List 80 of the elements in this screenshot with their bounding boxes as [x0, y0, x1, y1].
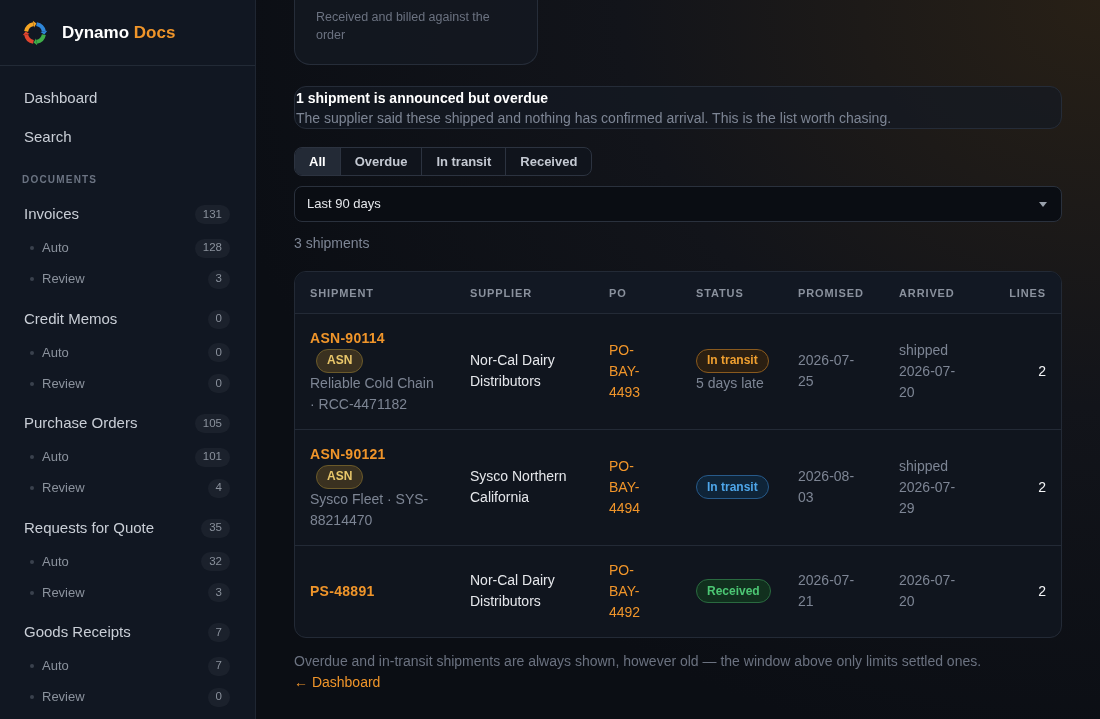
count-badge: 7	[207, 656, 230, 676]
nav-link[interactable]: Search	[24, 117, 72, 157]
count-badge: 0	[207, 687, 230, 707]
sidebar-subitem[interactable]: Review 0	[24, 681, 230, 713]
count-badge: 3	[207, 269, 230, 289]
column-header: PO	[609, 287, 627, 300]
sidebar-subitem[interactable]: Review 0	[24, 368, 230, 399]
filter-tab[interactable]: Overdue	[339, 148, 422, 175]
sidebar-item[interactable]: Goods Receipts 7	[24, 614, 230, 651]
column-header: LINES	[1009, 287, 1046, 300]
sidebar-subitem[interactable]: Review 4	[24, 472, 230, 504]
sidebar-item[interactable]: Purchase Orders 105	[24, 405, 230, 442]
type-tag: ASN	[316, 464, 364, 489]
count-badge: 0	[207, 309, 230, 329]
count-badge: 7	[207, 623, 230, 642]
table-cell-text: shipped 2026-07-29	[899, 456, 957, 518]
sidebar-item[interactable]: Credit Memos 0	[24, 301, 230, 337]
table-cell-text: shipped 2026-07-20	[899, 340, 957, 402]
count-badge: 3	[207, 583, 230, 602]
card-description: Received and billed against the order	[316, 9, 491, 44]
sidebar-item[interactable]: Invoices 131	[24, 196, 230, 233]
status-note: 5 days late	[696, 373, 764, 393]
po-link[interactable]: PO-BAY-4494	[609, 455, 661, 519]
count-badge: 105	[194, 414, 230, 433]
table-cell-text: 2026-07-25	[798, 351, 856, 391]
carrier-text: Sysco Fleet · SYS-88214470	[310, 489, 430, 530]
sidebar-subitem[interactable]: Auto 32	[24, 546, 230, 577]
table-cell-text: Nor-Cal Dairy Distributors	[470, 351, 556, 391]
po-link[interactable]: PO-BAY-4493	[609, 339, 661, 403]
count-badge: 101	[194, 447, 230, 467]
status-badge: In transit	[696, 348, 769, 373]
type-tag: ASN	[316, 348, 364, 373]
circular-arrows-icon	[22, 19, 48, 46]
filter-tab[interactable]: In transit	[421, 148, 506, 175]
count-badge: 4	[207, 478, 230, 498]
status-badge: In transit	[696, 475, 769, 499]
sidebar-subitem[interactable]: Auto 128	[24, 232, 230, 264]
alert-title: 1 shipment is announced but overdue	[296, 89, 549, 108]
table-cell-text: 2	[1038, 361, 1046, 381]
count-badge: 128	[194, 238, 230, 258]
table-cell-text: Sysco Northern California	[470, 467, 568, 507]
nav-link[interactable]: Dashboard	[24, 78, 98, 118]
sidebar-subitem[interactable]: Review 3	[24, 577, 230, 608]
sidebar-subitem[interactable]: Auto 101	[24, 441, 230, 473]
shipment-link[interactable]: ASN-90114	[310, 327, 385, 349]
sidebar-subitem[interactable]: Auto 0	[24, 337, 230, 368]
carrier-text: Reliable Cold Chain · RCC-4471182	[310, 373, 435, 414]
app-title: Dynamo Docs	[62, 21, 176, 44]
count-badge: 32	[201, 552, 230, 571]
table-cell-text: Nor-Cal Dairy Distributors	[470, 571, 556, 611]
status-badge: Received	[696, 579, 771, 603]
section-label: DOCUMENTS	[22, 172, 98, 187]
po-link[interactable]: PO-BAY-4492	[609, 559, 661, 623]
count-badge: 0	[207, 374, 230, 393]
alert-text: The supplier said these shipped and nothing has confirmed arrival. This is the list worth chasing.	[296, 109, 892, 128]
count-badge: 35	[201, 518, 230, 538]
filter-tab[interactable]: Received	[505, 148, 592, 175]
table-cell-text: 2	[1038, 477, 1046, 497]
table-cell-text: 2026-07-21	[798, 571, 856, 611]
sidebar-subitem[interactable]: Auto 7	[24, 650, 230, 682]
table-cell-text: 2026-07-20	[899, 571, 957, 611]
table-cell-text: 2	[1038, 581, 1046, 601]
table-cell-text: 2026-08-03	[798, 467, 856, 507]
column-header: ARRIVED	[899, 287, 955, 300]
count-badge: 131	[194, 205, 230, 224]
column-header: STATUS	[696, 287, 744, 300]
column-header: SHIPMENT	[310, 287, 374, 300]
dashboard-link[interactable]: ← Dashboard	[294, 673, 381, 690]
column-header: SUPPLIER	[470, 287, 533, 300]
shipment-link[interactable]: ASN-90121	[310, 443, 386, 465]
sidebar-subitem[interactable]: Review 3	[24, 263, 230, 295]
sidebar-item[interactable]: Requests for Quote 35	[24, 510, 230, 546]
count-badge: 0	[207, 343, 230, 362]
footer-note: Overdue and in-transit shipments are always shown, however old — the window above only limits settled ones. ← Dashboard	[294, 651, 983, 692]
range-select[interactable]: Last 90 days	[294, 186, 1062, 222]
result-count: 3 shipments	[294, 234, 370, 253]
shipment-link[interactable]: PS-48891	[310, 580, 375, 602]
filter-tab[interactable]: All	[295, 148, 340, 175]
caret-icon	[1039, 201, 1047, 207]
column-header: PROMISED	[798, 287, 864, 300]
